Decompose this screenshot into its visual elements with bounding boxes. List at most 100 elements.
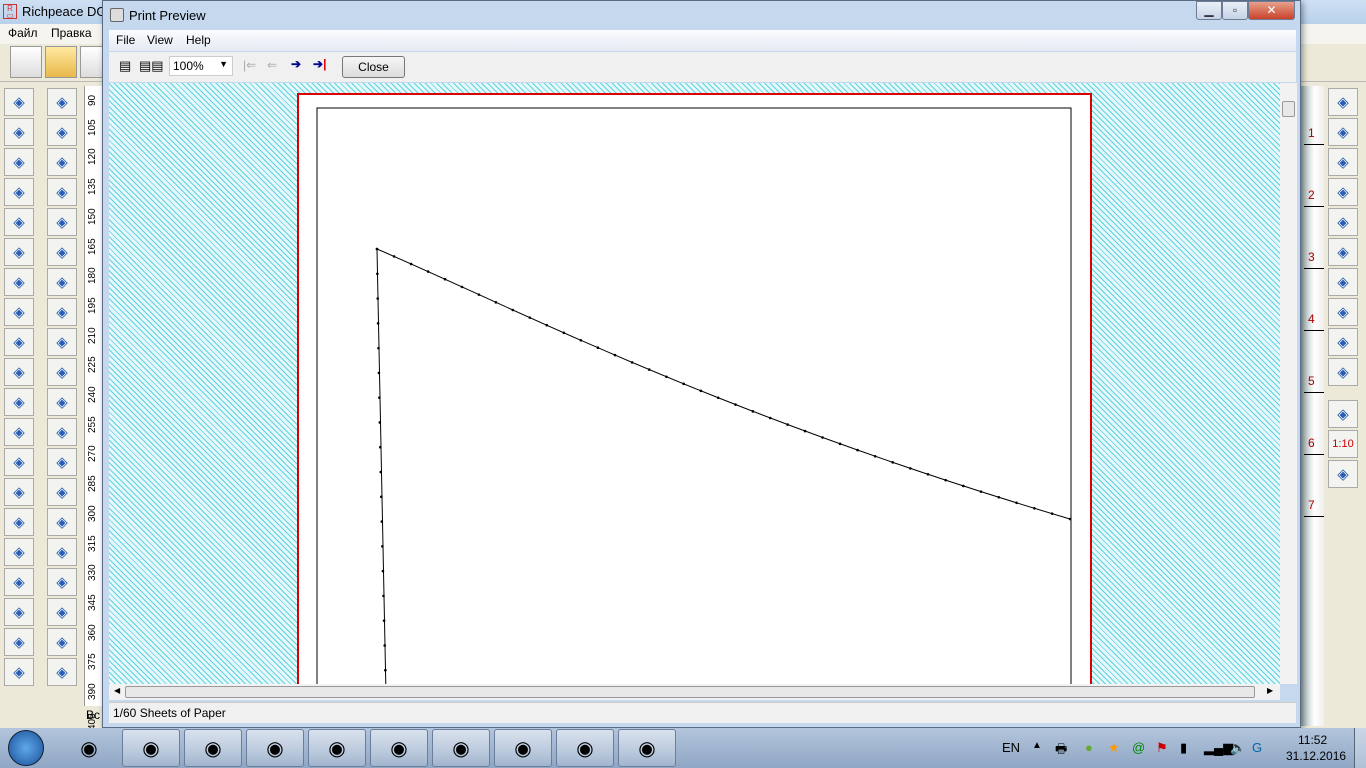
slash-icon[interactable]: ◈ — [4, 418, 34, 446]
rainbow-icon[interactable]: ◈ — [1328, 238, 1358, 266]
richpeace-icon[interactable]: ◉ — [494, 729, 552, 767]
h-scroll-thumb[interactable] — [125, 686, 1255, 698]
spiral-icon[interactable]: ◈ — [4, 478, 34, 506]
join-icon[interactable]: ◈ — [47, 598, 77, 626]
curve-offset-icon[interactable]: ◈ — [1328, 148, 1358, 176]
move-piece-icon[interactable]: ◈ — [47, 388, 77, 416]
bridge-curve-icon[interactable]: ◈ — [4, 238, 34, 266]
pocket-icon[interactable]: ◈ — [47, 118, 77, 146]
tray-expand-icon[interactable]: ▲ — [1032, 740, 1042, 751]
file-explorer-icon[interactable]: ◉ — [184, 729, 242, 767]
power-tray-icon[interactable]: ▮ — [1180, 740, 1187, 756]
copy-piece-icon[interactable]: ◈ — [47, 538, 77, 566]
last-page-icon[interactable]: ➔| — [313, 57, 326, 71]
single-page-icon[interactable]: ▤ — [119, 58, 131, 74]
pieces-overlap-icon[interactable]: ◈ — [1328, 118, 1358, 146]
zoom-in-icon[interactable]: ◈ — [1328, 460, 1358, 488]
pencil-icon[interactable]: ◈ — [4, 118, 34, 146]
pleat-icon[interactable]: ◈ — [47, 328, 77, 356]
firefox-icon[interactable]: ◉ — [308, 729, 366, 767]
star-tray-icon[interactable]: ★ — [1108, 740, 1120, 756]
select-box-icon[interactable]: ◈ — [47, 88, 77, 116]
update-tray-icon[interactable]: G — [1252, 740, 1262, 755]
scroll-right-icon[interactable]: ▶ — [1267, 686, 1273, 695]
signal-tray-icon[interactable]: ▂▄▆ — [1204, 740, 1233, 756]
align-icon[interactable]: ◈ — [47, 478, 77, 506]
intersect-icon[interactable]: ◈ — [4, 208, 34, 236]
rectangle-icon[interactable]: ◈ — [4, 148, 34, 176]
two-page-icon[interactable]: ▤▤ — [139, 58, 164, 74]
volume-muted-icon[interactable]: 🔈 — [1230, 740, 1246, 756]
minimize-button[interactable]: ▁ — [1196, 1, 1222, 20]
scissors-curve-icon[interactable]: ◈ — [4, 298, 34, 326]
copy-lines-icon[interactable]: ◈ — [1328, 268, 1358, 296]
notch-icon[interactable]: ◈ — [4, 358, 34, 386]
menu-edit-ru[interactable]: Правка — [51, 26, 92, 40]
maximize-button[interactable]: ▫ — [1222, 1, 1248, 20]
scale-icon[interactable]: 1:10 — [1328, 430, 1358, 458]
skype-icon[interactable]: ◉ — [370, 729, 428, 767]
mirror-piece-icon[interactable]: ◈ — [47, 448, 77, 476]
menu-file-ru[interactable]: Файл — [8, 26, 38, 40]
dimension-icon[interactable]: ◈ — [47, 238, 77, 266]
menu-file[interactable]: File — [116, 33, 135, 47]
scroll-thumb[interactable] — [1282, 101, 1295, 117]
close-button[interactable]: Close — [342, 56, 405, 78]
shield-tray-icon[interactable]: ● — [1085, 740, 1093, 755]
stitch-lines-icon[interactable]: ◈ — [4, 598, 34, 626]
piece-arrow-icon[interactable]: ◈ — [1328, 88, 1358, 116]
dart-icon[interactable]: ◈ — [47, 208, 77, 236]
new-file-icon[interactable] — [10, 46, 42, 78]
corner-round-icon[interactable]: ◈ — [47, 508, 77, 536]
sleeve-icon[interactable]: ◈ — [47, 178, 77, 206]
hem-icon[interactable]: ◈ — [47, 658, 77, 686]
clock-time[interactable]: 11:52 — [1298, 733, 1327, 747]
compass-icon[interactable]: ◈ — [4, 268, 34, 296]
piece-shape-icon[interactable]: ◈ — [1328, 208, 1358, 236]
fan-icon[interactable]: ◈ — [4, 448, 34, 476]
open-folder-icon[interactable] — [45, 46, 77, 78]
start-button[interactable] — [8, 730, 44, 766]
frame-icon[interactable]: ◈ — [1328, 358, 1358, 386]
zoom-select[interactable]: 100% ▼ — [169, 56, 233, 76]
close-window-button[interactable]: ✕ — [1248, 1, 1295, 20]
points-line-icon[interactable]: ◈ — [1328, 298, 1358, 326]
menu-help[interactable]: Help — [186, 33, 211, 47]
prev-page-icon[interactable]: ⇐ — [267, 58, 277, 72]
mail-ru-agent-icon[interactable]: ◉ — [122, 729, 180, 767]
fold-pieces-icon[interactable]: ◈ — [4, 388, 34, 416]
first-page-icon[interactable]: |⇐ — [243, 58, 256, 72]
floppy-save-icon[interactable]: ◉ — [432, 729, 490, 767]
print-preview-icon[interactable]: ◉ — [618, 729, 676, 767]
show-desktop-button[interactable] — [1354, 728, 1366, 768]
winrar-plus-icon[interactable]: ◉ — [246, 729, 304, 767]
clock-date[interactable]: 31.12.2016 — [1286, 749, 1346, 763]
printer-tray-icon[interactable]: 🖶 — [1055, 740, 1067, 762]
internet-explorer-icon[interactable]: ◉ — [60, 729, 118, 767]
triangle-icon[interactable]: ◈ — [4, 538, 34, 566]
notch-piece-icon[interactable]: ◈ — [1328, 178, 1358, 206]
mesh-icon[interactable]: ◈ — [47, 298, 77, 326]
piece-outline-icon[interactable]: ◈ — [47, 148, 77, 176]
next-page-icon[interactable]: ➔ — [291, 57, 301, 71]
curve-corner-icon[interactable]: ◈ — [4, 178, 34, 206]
scissors-icon[interactable]: ◈ — [4, 568, 34, 596]
sewing-machine-icon[interactable]: ◈ — [47, 358, 77, 386]
scroll-left-icon[interactable]: ◀ — [114, 686, 120, 695]
button-icon[interactable]: ◈ — [47, 268, 77, 296]
measure-tape-icon[interactable]: ◈ — [4, 508, 34, 536]
select-arrow-icon[interactable]: ◈ — [4, 88, 34, 116]
flip-icon[interactable]: ◈ — [47, 568, 77, 596]
horizontal-scrollbar[interactable]: ◀ ▶ — [109, 684, 1280, 700]
split-piece-icon[interactable]: ◈ — [47, 628, 77, 656]
hand-icon[interactable]: ◈ — [1328, 400, 1358, 428]
vertical-scrollbar[interactable] — [1280, 83, 1297, 684]
menu-view[interactable]: View — [147, 33, 173, 47]
action-center-icon[interactable]: ⚑ — [1156, 740, 1168, 756]
language-indicator[interactable]: EN — [1002, 740, 1020, 755]
marker-icon[interactable]: ◈ — [4, 328, 34, 356]
text-t-icon[interactable]: ◈ — [4, 658, 34, 686]
rotate-piece-icon[interactable]: ◈ — [47, 418, 77, 446]
agent-tray-icon[interactable]: @ — [1132, 740, 1145, 755]
layers-icon[interactable]: ◈ — [1328, 328, 1358, 356]
